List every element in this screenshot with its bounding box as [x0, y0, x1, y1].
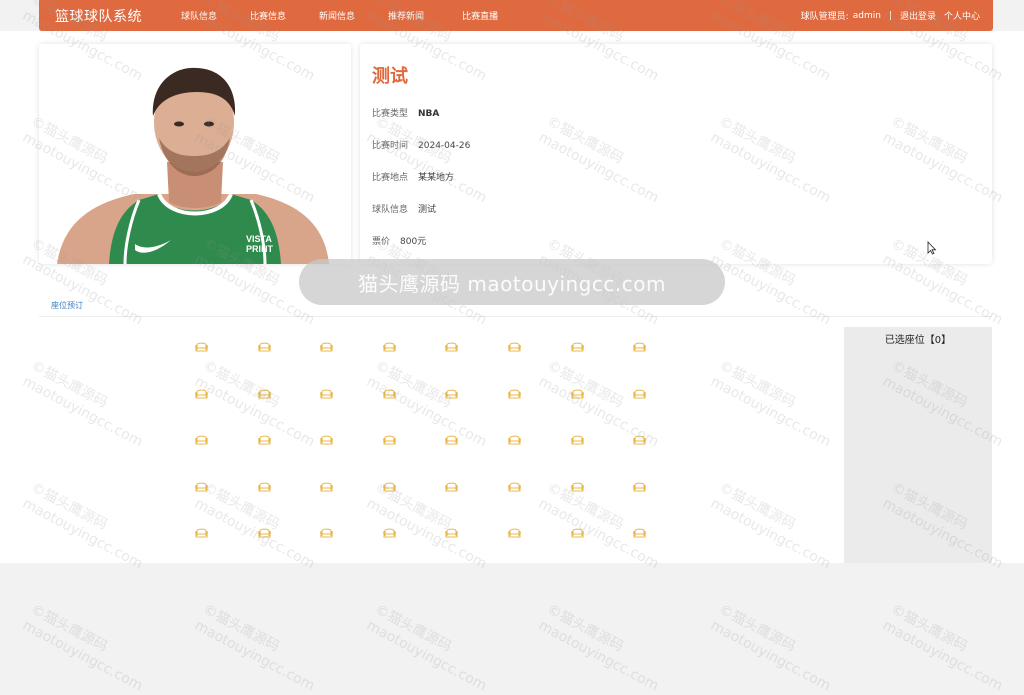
user-name: admin: [852, 10, 881, 21]
nav-team-info[interactable]: 球队信息: [181, 9, 217, 22]
match-type-value: NBA: [418, 109, 440, 119]
jersey-sponsor-line1: VISTA: [246, 234, 272, 244]
logout-link[interactable]: 退出登录: [900, 9, 936, 22]
selected-seats-title: 已选座位【0】: [884, 335, 952, 346]
match-info-card: 测试 比赛类型 NBA 比赛时间 2024-04-26 比赛地点 某某地方 球队信息测…: [360, 44, 992, 264]
selected-seats-panel: 已选座位【0】: [844, 327, 992, 563]
seat-icon[interactable]: [382, 388, 397, 400]
seat-icon[interactable]: [444, 434, 459, 446]
watermark-text: ©猫头鹰源码maotouyingcc.com: [879, 601, 1006, 695]
seat-icon[interactable]: [319, 527, 334, 539]
seat-icon[interactable]: [507, 434, 522, 446]
match-type-row: 比赛类型 NBA: [372, 106, 439, 119]
seat-icon[interactable]: [632, 434, 647, 446]
seat-icon[interactable]: [194, 388, 209, 400]
seat-icon[interactable]: [507, 527, 522, 539]
seat-icon[interactable]: [444, 481, 459, 493]
match-title: 测试: [372, 66, 408, 87]
watermark-toast: 猫头鹰源码 maotouyingcc.com: [299, 259, 725, 305]
match-photo-card: VISTA PRINT: [39, 44, 351, 264]
watermark-text: ©猫头鹰源码maotouyingcc.com: [707, 601, 834, 695]
watermark-text: ©猫头鹰源码maotouyingcc.com: [535, 601, 662, 695]
team-info-row: 球队信息 测试: [372, 202, 436, 215]
seat-icon[interactable]: [382, 434, 397, 446]
seat-icon[interactable]: [632, 527, 647, 539]
nav-recommended-news[interactable]: 推荐新闻: [388, 9, 424, 22]
seat-icon[interactable]: [257, 388, 272, 400]
profile-link[interactable]: 个人中心: [944, 9, 980, 22]
match-type-label: 比赛类型: [372, 109, 409, 119]
brand-title[interactable]: 篮球球队系统: [55, 6, 155, 26]
seat-icon[interactable]: [570, 341, 585, 353]
match-place-row: 比赛地点 某某地方: [372, 170, 454, 183]
seat-icon[interactable]: [319, 341, 334, 353]
seat-icon[interactable]: [382, 341, 397, 353]
seat-icon[interactable]: [257, 434, 272, 446]
seat-icon[interactable]: [257, 481, 272, 493]
seat-icon[interactable]: [382, 527, 397, 539]
main-nav: 球队信息 比赛信息 新闻信息 推荐新闻 比赛直播: [181, 9, 531, 22]
seat-icon[interactable]: [257, 527, 272, 539]
user-separator: |: [888, 10, 892, 21]
watermark-text: ©猫头鹰源码maotouyingcc.com: [19, 601, 146, 695]
seat-icon[interactable]: [194, 341, 209, 353]
seat-icon[interactable]: [507, 481, 522, 493]
seat-icon[interactable]: [570, 388, 585, 400]
ticket-price-label: 票价: [372, 237, 391, 247]
nav-match-info[interactable]: 比赛信息: [250, 9, 286, 22]
match-time-value: 2024-04-26: [418, 141, 471, 151]
watermark-text: ©猫头鹰源码maotouyingcc.com: [191, 601, 318, 695]
seat-booking-tab[interactable]: 座位预订: [51, 300, 83, 311]
seat-icon[interactable]: [632, 388, 647, 400]
ticket-price-value: 800元: [400, 237, 427, 247]
top-nav-bar: 篮球球队系统 球队信息 比赛信息 新闻信息 推荐新闻 比赛直播 球队管理员: a…: [39, 0, 993, 31]
seat-icon[interactable]: [257, 341, 272, 353]
seat-icon[interactable]: [319, 434, 334, 446]
match-place-value: 某某地方: [418, 173, 455, 183]
match-time-row: 比赛时间 2024-04-26: [372, 138, 470, 151]
seat-icon[interactable]: [507, 388, 522, 400]
seat-icon[interactable]: [570, 527, 585, 539]
seat-icon[interactable]: [632, 481, 647, 493]
nav-news[interactable]: 新闻信息: [319, 9, 355, 22]
seat-icon[interactable]: [319, 481, 334, 493]
seat-icon[interactable]: [319, 388, 334, 400]
seat-icon[interactable]: [444, 341, 459, 353]
seat-icon[interactable]: [570, 434, 585, 446]
match-place-label: 比赛地点: [372, 173, 409, 183]
seat-icon[interactable]: [194, 434, 209, 446]
seat-icon[interactable]: [570, 481, 585, 493]
mouse-cursor-icon: [927, 241, 937, 255]
seat-icon[interactable]: [444, 527, 459, 539]
nav-live[interactable]: 比赛直播: [462, 9, 498, 22]
jersey-sponsor-line2: PRINT: [246, 244, 274, 254]
player-photo: VISTA PRINT: [39, 44, 351, 264]
seat-icon[interactable]: [632, 341, 647, 353]
seat-icon[interactable]: [444, 388, 459, 400]
watermark-text: ©猫头鹰源码maotouyingcc.com: [363, 601, 490, 695]
seat-icon[interactable]: [382, 481, 397, 493]
team-info-label: 球队信息: [372, 205, 409, 215]
ticket-price-row: 票价 800元: [372, 234, 426, 247]
user-role-label: 球队管理员:: [800, 12, 849, 22]
team-info-value: 测试: [418, 205, 437, 215]
user-area: 球队管理员: admin | 退出登录 个人中心: [797, 9, 980, 23]
match-time-label: 比赛时间: [372, 141, 409, 151]
seat-icon[interactable]: [507, 341, 522, 353]
seat-icon[interactable]: [194, 527, 209, 539]
seat-icon[interactable]: [194, 481, 209, 493]
tab-divider: [39, 316, 992, 317]
